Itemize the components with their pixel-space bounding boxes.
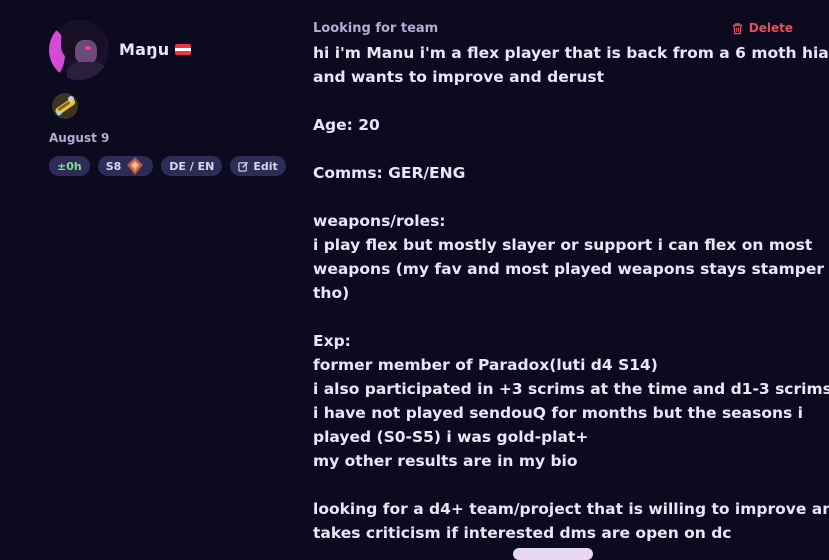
post-date: August 9	[49, 131, 110, 145]
post-line: hi i'm Manu i'm a flex player that is ba…	[313, 44, 829, 62]
languages-tag: DE / EN	[161, 156, 223, 176]
post-line: Comms: GER/ENG	[313, 164, 466, 182]
post-line	[313, 89, 803, 113]
post-line: weapons/roles:	[313, 212, 446, 230]
edit-label: Edit	[253, 159, 278, 173]
post-line: i have not played sendouQ for months but…	[313, 404, 803, 422]
weapon-badge-icon	[52, 93, 78, 119]
austria-flag-icon	[175, 44, 192, 55]
user-tags: ±0h S8 DE / EN Edit	[49, 156, 286, 176]
delete-button[interactable]: Delete	[731, 21, 793, 35]
delete-label: Delete	[748, 21, 793, 35]
timezone-tag: ±0h	[49, 156, 90, 176]
post-body: hi i'm Manu i'm a flex player that is ba…	[313, 41, 829, 545]
post-line: Exp:	[313, 332, 351, 350]
post-line: and wants to improve and derust	[313, 68, 605, 86]
edit-icon	[238, 161, 249, 172]
post-line: i also participated in +3 scrims at the …	[313, 380, 829, 398]
user-name[interactable]: Maŋu	[119, 40, 169, 59]
offscreen-button-edge[interactable]	[513, 548, 593, 560]
post-line: takes criticism if interested dms are op…	[313, 524, 732, 542]
avatar[interactable]	[49, 20, 109, 80]
post-line: i play flex but mostly slayer or support…	[313, 236, 813, 254]
rank-icon	[127, 157, 144, 175]
post-line: tho)	[313, 284, 350, 302]
post-line	[313, 305, 803, 329]
post-line	[313, 137, 803, 161]
post-line: my other results are in my bio	[313, 452, 578, 470]
post-line	[313, 185, 803, 209]
trash-icon	[732, 22, 742, 34]
post-line: looking for a d4+ team/project that is w…	[313, 500, 829, 518]
post-type: Looking for team	[313, 21, 439, 36]
season-tag: S8	[97, 156, 154, 176]
post-line: Age: 20	[313, 116, 380, 134]
post-line: weapons (my fav and most played weapons …	[313, 260, 824, 278]
user-name-row: Maŋu	[119, 40, 192, 59]
post-line: former member of Paradox(luti d4 S14)	[313, 356, 658, 374]
post-line	[313, 473, 803, 497]
post-line: played (S0-S5) i was gold-plat+	[313, 428, 589, 446]
edit-button[interactable]: Edit	[230, 156, 286, 176]
season-label: S8	[105, 159, 122, 173]
